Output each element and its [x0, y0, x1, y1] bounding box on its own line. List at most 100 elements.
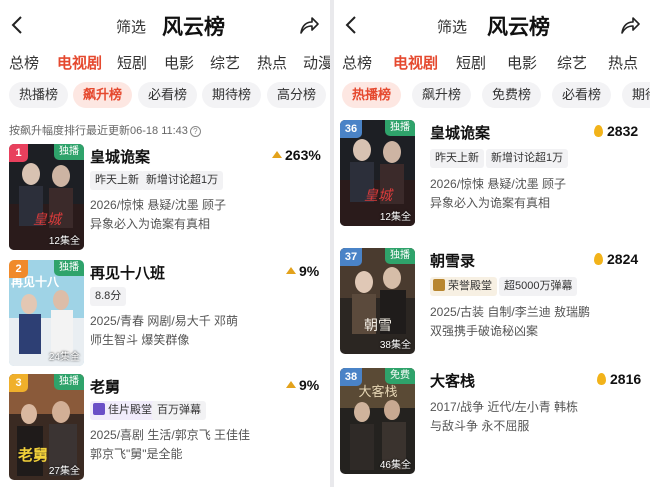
show-title[interactable]: 再见十八班	[90, 262, 165, 283]
tab-hot[interactable]: 热点	[257, 52, 287, 73]
ranking-chips: 热播榜 飙升榜 必看榜 期待榜 高分榜	[0, 82, 330, 110]
show-description: 与敌斗争 永不屈服	[430, 419, 530, 433]
tab-movie[interactable]: 电影	[164, 52, 194, 73]
flame-icon	[594, 125, 603, 137]
chip-hot-play[interactable]: 热播榜	[9, 82, 69, 108]
show-meta: 2025/喜剧 生活/郭京飞 王佳佳	[90, 428, 251, 442]
poster-image[interactable]: 老舅 3 独播 27集全	[9, 374, 84, 480]
heat-score: 2832	[594, 123, 638, 139]
tab-overall[interactable]: 总榜	[342, 52, 372, 73]
chip-hot-play[interactable]: 热播榜	[342, 82, 402, 108]
poster-image[interactable]: 皇城 1 独播 12集全	[9, 144, 84, 250]
ranking-chips: 热播榜 飙升榜 免费榜 必看榜 期待	[334, 82, 650, 110]
list-item[interactable]: 朝雪 37 独播 38集全 朝雪录 2824 荣誉殿堂 超5000万弹幕 202…	[334, 248, 650, 356]
status-badge: 独播	[54, 374, 84, 390]
list-item[interactable]: 皇城 1 独播 12集全 皇城诡案 263% 昨天上新 新增讨论超1万 2026…	[0, 144, 330, 252]
show-title[interactable]: 皇城诡案	[430, 122, 490, 143]
award-tag: 荣誉殿堂	[430, 277, 497, 296]
chip-free[interactable]: 免费榜	[482, 82, 542, 108]
episode-count: 38集全	[379, 340, 411, 351]
show-description: 异象必入为诡案有真相	[90, 217, 211, 231]
rise-arrow-icon	[286, 381, 296, 388]
show-description: 异象必入为诡案有真相	[430, 196, 551, 210]
tab-overall[interactable]: 总榜	[9, 52, 39, 73]
tab-movie[interactable]: 电影	[507, 52, 537, 73]
filter-button[interactable]: 筛选	[116, 16, 146, 37]
tag: 超5000万弹幕	[499, 277, 578, 296]
episode-count: 46集全	[379, 460, 411, 471]
rank-badge: 38	[340, 368, 362, 386]
filter-button[interactable]: 筛选	[437, 16, 467, 37]
show-description: 郭京飞"舅"是全能	[90, 447, 183, 461]
chip-rising[interactable]: 飙升榜	[73, 82, 133, 108]
tab-variety[interactable]: 综艺	[557, 52, 587, 73]
svg-text:大客栈: 大客栈	[358, 384, 397, 400]
left-screen: 筛选 风云榜 总榜 电视剧 短剧 电影 综艺 热点 动漫 热播榜 飙升榜 必看榜…	[0, 0, 330, 487]
tag: 新增讨论超1万	[141, 171, 224, 190]
help-icon[interactable]: ?	[189, 126, 201, 137]
svg-text:老舅: 老舅	[17, 446, 48, 464]
rank-badge: 3	[9, 374, 28, 392]
episode-count: 24集全	[48, 352, 80, 363]
status-badge: 独播	[385, 248, 415, 264]
heat-score: 2824	[594, 251, 638, 267]
svg-text:皇城: 皇城	[33, 212, 63, 228]
episode-count: 27集全	[48, 466, 80, 477]
episode-count: 12集全	[48, 236, 80, 247]
poster-image[interactable]: 朝雪 37 独播 38集全	[340, 248, 415, 354]
chip-anticipated[interactable]: 期待榜	[202, 82, 262, 108]
tag: 新增讨论超1万	[486, 149, 569, 168]
back-arrow-icon[interactable]	[342, 14, 362, 36]
show-meta: 2025/青春 网剧/易大千 邓萌	[90, 314, 239, 328]
list-item[interactable]: 皇城 36 独播 12集全 皇城诡案 2832 昨天上新 新增讨论超1万 202…	[334, 120, 650, 228]
rise-percentage: 9%	[286, 377, 319, 393]
chip-high-score[interactable]: 高分榜	[267, 82, 327, 108]
update-info: 按飙升幅度排行最近更新06-18 11:43?	[9, 122, 201, 138]
svg-text:朝雪: 朝雪	[364, 318, 392, 334]
category-tabs: 总榜 电视剧 短剧 电影 综艺 热点	[334, 50, 650, 76]
tab-tv-series[interactable]: 电视剧	[57, 52, 102, 73]
show-title[interactable]: 老舅	[90, 376, 120, 397]
tab-variety[interactable]: 综艺	[210, 52, 240, 73]
show-meta: 2017/战争 近代/左小青 韩栋	[430, 400, 579, 414]
poster-image[interactable]: 大客栈 38 免费 46集全	[340, 368, 415, 474]
status-badge: 独播	[54, 144, 84, 160]
list-item[interactable]: 大客栈 38 免费 46集全 大客栈 2816 2017/战争 近代/左小青 韩…	[334, 368, 650, 476]
poster-image[interactable]: 皇城 36 独播 12集全	[340, 120, 415, 226]
show-description: 双强携手破诡秘凶案	[430, 324, 539, 338]
share-icon[interactable]	[298, 14, 320, 36]
tab-short-drama[interactable]: 短剧	[456, 52, 486, 73]
show-title[interactable]: 朝雪录	[430, 250, 475, 271]
share-icon[interactable]	[619, 14, 641, 36]
rise-percentage: 9%	[286, 263, 319, 279]
award-icon	[93, 403, 105, 415]
award-icon	[433, 279, 445, 291]
chip-anticipated[interactable]: 期待	[622, 82, 650, 108]
list-item[interactable]: 老舅 3 独播 27集全 老舅 9% 佳片殿堂 百万弹幕 2025/喜剧 生活/…	[0, 374, 330, 482]
top-bar: 筛选 风云榜	[334, 0, 650, 50]
tab-anime[interactable]: 动漫	[303, 52, 330, 73]
poster-image[interactable]: 再见十八 2 独播 24集全	[9, 260, 84, 366]
tab-hot[interactable]: 热点	[608, 52, 638, 73]
show-description: 师生智斗 爆笑群像	[90, 333, 190, 347]
rank-badge: 2	[9, 260, 28, 278]
back-arrow-icon[interactable]	[8, 14, 28, 36]
show-title[interactable]: 大客栈	[430, 370, 475, 391]
tag: 昨天上新	[430, 149, 484, 168]
tab-short-drama[interactable]: 短剧	[117, 52, 147, 73]
top-bar: 筛选 风云榜	[0, 0, 330, 50]
award-tag: 佳片殿堂	[90, 401, 157, 420]
rank-badge: 36	[340, 120, 362, 138]
status-badge: 独播	[385, 120, 415, 136]
svg-text:皇城: 皇城	[364, 188, 394, 204]
tab-tv-series[interactable]: 电视剧	[393, 52, 438, 73]
chip-must-watch[interactable]: 必看榜	[138, 82, 198, 108]
show-meta: 2026/惊悚 悬疑/沈墨 顾子	[90, 198, 227, 212]
chip-rising[interactable]: 飙升榜	[412, 82, 472, 108]
chip-must-watch[interactable]: 必看榜	[552, 82, 612, 108]
rating-tag: 8.8分	[90, 287, 127, 306]
tag: 昨天上新	[90, 171, 144, 190]
rise-arrow-icon	[272, 151, 282, 158]
list-item[interactable]: 再见十八 2 独播 24集全 再见十八班 9% 8.8分 2025/青春 网剧/…	[0, 260, 330, 368]
show-title[interactable]: 皇城诡案	[90, 146, 150, 167]
